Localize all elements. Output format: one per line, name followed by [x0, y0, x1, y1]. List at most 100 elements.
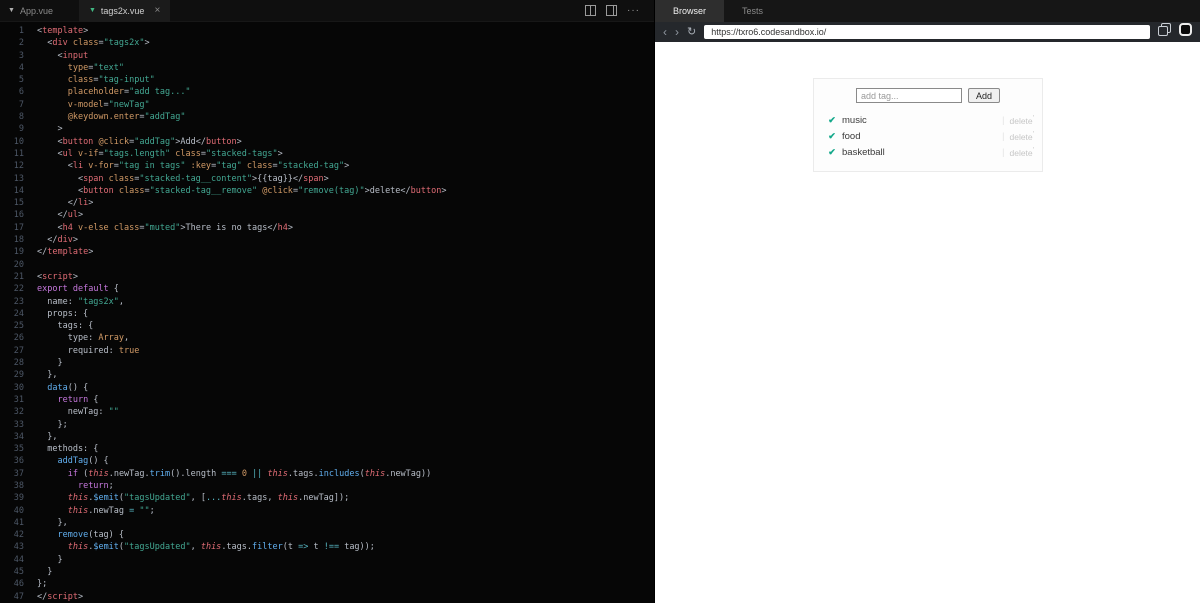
preview-layout-icon[interactable] [606, 5, 617, 16]
responsive-mode-icon[interactable] [1179, 23, 1192, 41]
code-text: if (this.newTag.trim().length === 0 || t… [67, 468, 432, 479]
app-root: ▼ App.vue ▼ tags2x.vue × ··· 1 <template>… [0, 0, 1200, 603]
code-text: }; [37, 419, 68, 430]
code-text: > [37, 124, 63, 135]
code-text: </div> [37, 235, 78, 246]
code-text: class="tag-input" [67, 75, 155, 86]
code-text: <script> [37, 271, 78, 282]
code-text: this.$emit("tagsUpdated", [...this.tags,… [67, 493, 350, 504]
tag-label: basketball [842, 146, 885, 158]
code-text: } [37, 567, 53, 578]
add-tag-row: Add [820, 88, 1036, 103]
tab-browser[interactable]: Browser [655, 0, 725, 22]
code-text: remove(tag) { [57, 530, 125, 541]
code-line: 18 </div> [0, 234, 654, 246]
line-number: 19 [13, 247, 24, 258]
line-number: 39 [13, 493, 24, 504]
vue-file-icon: ▼ [88, 7, 96, 14]
code-line: 17 <h4 v-else class="muted">There is no … [0, 222, 654, 234]
code-text: props: { [37, 308, 89, 319]
back-icon[interactable]: ‹ [663, 26, 667, 38]
line-number: 33 [13, 419, 24, 430]
code-line: 37 if (this.newTag.trim().length === 0 |… [0, 468, 654, 480]
code-line: 3 <input [0, 50, 654, 62]
tab-tests[interactable]: Tests [724, 0, 781, 22]
tag-list: ✔ music | delete' ✔ food | delete' ✔ basketball | d… [820, 112, 1036, 160]
line-number: 31 [13, 394, 24, 405]
line-number: 34 [13, 431, 24, 442]
tab-label: App.vue [19, 5, 53, 16]
code-text: this.newTag = ""; [67, 505, 155, 516]
open-in-new-window-icon[interactable] [1158, 23, 1171, 41]
code-line: 32 newTag: "" [0, 406, 654, 418]
line-number: 45 [13, 567, 24, 578]
add-tag-input[interactable] [855, 88, 962, 103]
close-tab-icon[interactable]: × [154, 5, 160, 16]
tag-row: ✔ basketball | delete' [820, 144, 1036, 160]
code-line: 21 <script> [0, 271, 654, 283]
check-icon: ✔ [828, 146, 836, 157]
code-text: name: "tags2x", [37, 296, 125, 307]
code-text: </li> [37, 198, 94, 209]
code-line: 30 data() { [0, 382, 654, 394]
forward-icon[interactable]: › [675, 26, 679, 38]
code-text: }; [37, 579, 48, 590]
code-text: <li v-for="tag in tags" :key="tag" class… [37, 161, 350, 172]
add-tag-button[interactable]: Add [967, 88, 1000, 103]
line-number: 1 [18, 26, 24, 36]
tags-app-card: Add ✔ music | delete' ✔ food | delete' ✔ basketba… [813, 78, 1043, 172]
code-text: tags: { [37, 321, 94, 332]
line-number: 38 [13, 480, 24, 491]
code-line: 27 required: true [0, 345, 654, 357]
code-line: 19 </template> [0, 246, 654, 258]
code-line: 20 [0, 259, 654, 271]
check-icon: ✔ [828, 114, 836, 125]
code-line: 42 remove(tag) { [0, 529, 654, 541]
code-line: 15 </li> [0, 197, 654, 209]
code-line: 23 name: "tags2x", [0, 296, 654, 308]
split-editor-icon[interactable] [585, 5, 596, 16]
code-text: export default { [37, 284, 119, 295]
line-number: 46 [13, 579, 24, 590]
tab-app-vue[interactable]: ▼ App.vue [0, 0, 63, 22]
code-text: addTag() { [57, 456, 109, 467]
preview-pane: Browser Tests ‹ › ↻ https://txro6.codesa… [655, 0, 1200, 603]
url-bar[interactable] [704, 25, 1150, 39]
line-number: 6 [18, 87, 24, 98]
line-number: 43 [13, 542, 24, 553]
delete-tag-button[interactable]: delete' [1009, 115, 1034, 126]
code-editor[interactable]: 1 <template> 2 <div class="tags2x"> 3 <inpu… [0, 22, 654, 603]
line-number: 21 [13, 271, 24, 282]
code-line: 29 }, [0, 369, 654, 381]
line-number: 18 [13, 235, 24, 246]
line-number: 32 [13, 407, 24, 418]
code-text: <h4 v-else class="muted">There is no tag… [37, 222, 293, 233]
browser-nav-bar: ‹ › ↻ [655, 22, 1200, 42]
code-text: newTag: "" [37, 407, 119, 418]
tab-label: Browser [673, 6, 707, 16]
code-line: 8 @keydown.enter="addTag" [0, 111, 654, 123]
code-line: 11 <ul v-if="tags.length" class="stacked… [0, 148, 654, 160]
delete-tag-button[interactable]: delete' [1009, 131, 1034, 142]
tab-tags2x-vue[interactable]: ▼ tags2x.vue × [78, 0, 171, 22]
code-text: return; [77, 480, 114, 491]
code-text: </ul> [37, 210, 84, 221]
code-text: } [37, 358, 63, 369]
code-line: 40 this.newTag = ""; [0, 505, 654, 517]
code-line: 13 <span class="stacked-tag__content">{{… [0, 173, 654, 185]
code-text: </script> [37, 591, 84, 602]
code-line: 31 return { [0, 394, 654, 406]
preview-header: Browser Tests [655, 0, 1200, 22]
line-number: 11 [13, 148, 24, 159]
line-number: 44 [13, 554, 24, 565]
more-options-icon[interactable]: ··· [627, 5, 640, 16]
delete-tag-button[interactable]: delete' [1009, 147, 1034, 158]
line-number: 8 [18, 112, 24, 123]
line-number: 9 [18, 124, 24, 135]
browser-viewport: Add ✔ music | delete' ✔ food | delete' ✔ basketba… [655, 42, 1200, 603]
refresh-icon[interactable]: ↻ [687, 26, 696, 38]
line-number: 24 [13, 308, 24, 319]
line-number: 25 [13, 321, 24, 332]
line-number: 3 [18, 50, 24, 61]
code-line: 34 }, [0, 431, 654, 443]
